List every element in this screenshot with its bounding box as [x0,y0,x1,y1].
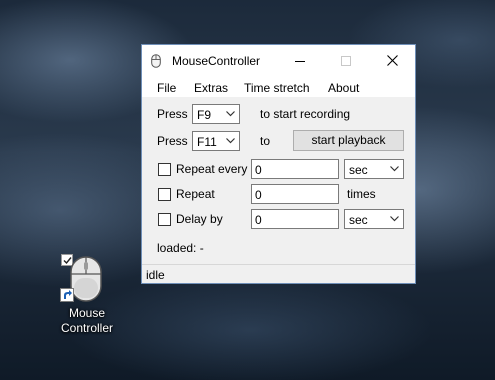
repeat-every-value: 0 [255,163,262,177]
maximize-button[interactable] [323,45,369,76]
delay-by-checkbox[interactable] [158,213,171,226]
start-playback-button[interactable]: start playback [293,130,404,151]
delay-by-unit-value: sec [349,213,368,227]
menu-file[interactable]: File [157,81,176,95]
mouse-icon [151,54,161,68]
repeat-label: Repeat [176,187,215,201]
menu-extras[interactable]: Extras [194,81,228,95]
shortcut-arrow-icon [60,288,74,302]
title-bar[interactable]: MouseController [142,45,415,76]
minimize-button[interactable] [277,45,323,76]
record-suffix-label: to start recording [260,107,351,121]
repeat-unit-label: times [347,187,376,201]
repeat-every-unit-select[interactable]: sec [344,159,404,179]
chevron-down-icon [226,111,235,117]
record-key-select[interactable]: F9 [192,104,240,124]
repeat-every-input[interactable]: 0 [251,159,339,179]
record-key-value: F9 [197,108,212,122]
repeat-checkbox[interactable] [158,188,171,201]
chevron-down-icon [390,166,399,172]
maximize-icon [341,55,351,66]
playback-key-value: F11 [197,135,217,149]
record-press-label: Press [157,107,188,121]
chevron-down-icon [226,138,235,144]
close-icon [386,55,398,66]
desktop-icon-label: Mouse Controller [52,306,122,336]
menu-bar: File Extras Time stretch About [142,76,415,97]
main-panel: Press F9 to start recording Press F11 to… [142,97,415,264]
repeat-count-input[interactable]: 0 [251,184,339,204]
status-text: idle [146,268,165,282]
minimize-icon [295,60,305,62]
desktop-icon-label-line1: Mouse [68,306,106,320]
close-button[interactable] [369,45,415,76]
mouse-controller-window: MouseController File Extras Time stretch… [141,44,416,284]
repeat-every-unit-value: sec [349,163,368,177]
menu-about[interactable]: About [328,81,359,95]
playback-to-label: to [260,134,271,148]
window-title: MouseController [172,54,261,68]
delay-by-value: 0 [255,213,262,227]
repeat-count-value: 0 [255,188,262,202]
loaded-status-label: loaded: - [157,241,204,255]
delay-by-unit-select[interactable]: sec [344,209,404,229]
playback-key-select[interactable]: F11 [192,131,240,151]
repeat-every-label: Repeat every [176,162,248,176]
delay-by-label: Delay by [176,212,223,226]
playback-press-label: Press [157,134,188,148]
mouse-icon [70,256,102,302]
menu-time-stretch[interactable]: Time stretch [244,81,310,95]
delay-by-input[interactable]: 0 [251,209,339,229]
repeat-every-checkbox[interactable] [158,163,171,176]
status-bar: idle [142,264,415,283]
desktop-icon-label-line2: Controller [60,321,114,335]
chevron-down-icon [390,216,399,222]
